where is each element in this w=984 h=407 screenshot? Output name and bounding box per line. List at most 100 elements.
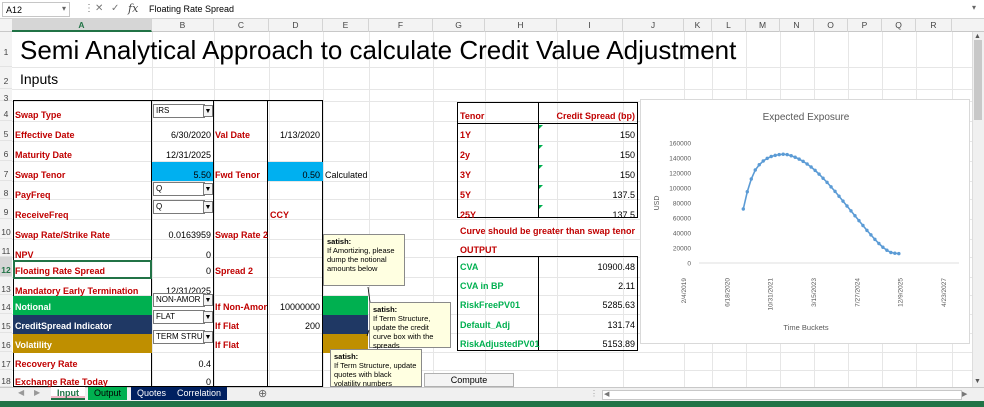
- tenor-2y: 2y: [460, 150, 471, 160]
- y-tick-label: 20000: [673, 246, 691, 253]
- y-tick-label: 80000: [673, 201, 691, 208]
- horizontal-scrollbar[interactable]: [602, 390, 962, 400]
- y-axis-label: USD: [654, 196, 661, 211]
- tab-input[interactable]: Input: [51, 387, 85, 400]
- data-point: [829, 185, 833, 189]
- tenor-1y: 1Y: [460, 130, 472, 140]
- tab-quotes[interactable]: Quotes: [131, 387, 173, 400]
- tenor-5y: 5Y: [460, 190, 472, 200]
- data-point: [825, 180, 829, 185]
- data-point: [773, 153, 777, 158]
- data-point: [817, 172, 821, 176]
- data-point: [789, 154, 793, 158]
- data-point: [785, 152, 789, 157]
- tab-correlation[interactable]: Correlation: [171, 387, 228, 400]
- error-triangle-icon: [539, 125, 543, 129]
- y-tick-label: 160000: [669, 141, 691, 148]
- data-point: [753, 168, 757, 172]
- table-divider: [538, 256, 539, 351]
- error-triangle-icon: [539, 185, 543, 189]
- spread-25y[interactable]: 137.5: [540, 210, 635, 220]
- default-adj-value: 131.74: [607, 320, 635, 330]
- tenor-header: Tenor: [460, 111, 485, 121]
- scroll-right-icon[interactable]: ▶: [962, 390, 967, 398]
- data-point: [793, 155, 797, 159]
- data-point: [761, 159, 765, 163]
- data-point: [865, 228, 869, 233]
- x-tick-label: 7/27/2024: [854, 278, 861, 307]
- y-tick-label: 60000: [673, 216, 691, 223]
- error-triangle-icon: [539, 205, 543, 209]
- scroll-thumb[interactable]: [974, 40, 982, 120]
- risk-adjusted-pv01-label: RiskAdjustedPV01: [460, 339, 540, 349]
- data-point: [809, 165, 813, 169]
- credit-spread-header: Credit Spread (bp): [556, 111, 635, 121]
- compute-button[interactable]: Compute: [424, 373, 514, 387]
- x-tick-label: 3/15/2023: [811, 278, 818, 307]
- data-point: [857, 218, 861, 223]
- expected-exposure-chart[interactable]: Expected Exposure 0 20000 40000 60000 80000 10…: [640, 99, 970, 344]
- data-point: [777, 152, 781, 157]
- cva-bp-value: 2.11: [618, 281, 635, 291]
- default-adj-label: Default_Adj: [460, 320, 511, 330]
- tab-output[interactable]: Output: [88, 387, 128, 400]
- data-point: [873, 237, 877, 242]
- tab-prev-icon[interactable]: ◀: [18, 388, 24, 397]
- data-point: [837, 194, 841, 198]
- x-tick-label: 6/18/2020: [724, 278, 731, 307]
- spread-5y[interactable]: 137.5: [540, 190, 635, 200]
- data-point: [869, 233, 873, 237]
- spread-3y[interactable]: 150: [540, 170, 635, 180]
- tenor-3y: 3Y: [460, 170, 472, 180]
- cva-bp-label: CVA in BP: [460, 281, 504, 291]
- status-bar: [0, 401, 984, 407]
- data-point: [877, 241, 881, 246]
- cva-value: 10900.48: [597, 262, 635, 272]
- y-tick-label: 40000: [673, 231, 691, 238]
- table-divider: [538, 102, 539, 218]
- data-point: [833, 189, 837, 194]
- x-tick-label: 4/23/2027: [941, 278, 948, 307]
- data-point: [885, 248, 889, 252]
- y-tick-label: 100000: [669, 186, 691, 193]
- data-point: [805, 162, 809, 166]
- add-sheet-icon[interactable]: ⊕: [258, 387, 267, 400]
- scroll-left-icon[interactable]: ◀: [604, 390, 609, 398]
- data-point: [889, 250, 893, 255]
- risk-adjusted-pv01-value: 5153.89: [602, 339, 635, 349]
- y-tick-label: 0: [687, 261, 691, 268]
- tenor-25y: 25Y: [460, 210, 477, 220]
- note-connector: [366, 329, 370, 337]
- data-point: [821, 176, 825, 180]
- output-heading: OUTPUT: [460, 245, 497, 255]
- data-point: [801, 159, 805, 164]
- risk-free-pv01-label: RiskFreePV01: [460, 300, 521, 310]
- scroll-down-icon[interactable]: ▼: [974, 378, 981, 385]
- data-point: [797, 157, 801, 161]
- spread-1y[interactable]: 150: [540, 130, 635, 140]
- data-point: [813, 168, 817, 173]
- data-point: [897, 251, 901, 256]
- scroll-up-icon[interactable]: ▲: [974, 33, 981, 40]
- note-connector: [367, 286, 371, 303]
- tab-next-icon[interactable]: ▶: [34, 388, 40, 397]
- x-tick-label: 12/9/2025: [898, 278, 905, 307]
- y-tick-label: 120000: [669, 171, 691, 178]
- data-point: [769, 154, 773, 159]
- error-triangle-icon: [539, 145, 543, 149]
- spread-2y[interactable]: 150: [540, 150, 635, 160]
- data-point: [745, 190, 749, 194]
- data-point: [781, 152, 785, 156]
- data-point: [853, 214, 857, 218]
- cva-label: CVA: [460, 262, 479, 272]
- y-tick-label: 140000: [669, 156, 691, 163]
- chart-title: Expected Exposure: [763, 112, 850, 123]
- data-point: [757, 163, 761, 167]
- chart-canvas: Expected Exposure 0 20000 40000 60000 80000 10…: [654, 112, 959, 332]
- data-point: [749, 177, 753, 181]
- data-point: [881, 245, 885, 249]
- data-point: [893, 251, 897, 255]
- data-point: [861, 223, 865, 228]
- table-header-divider: [457, 123, 638, 124]
- data-point: [849, 209, 853, 213]
